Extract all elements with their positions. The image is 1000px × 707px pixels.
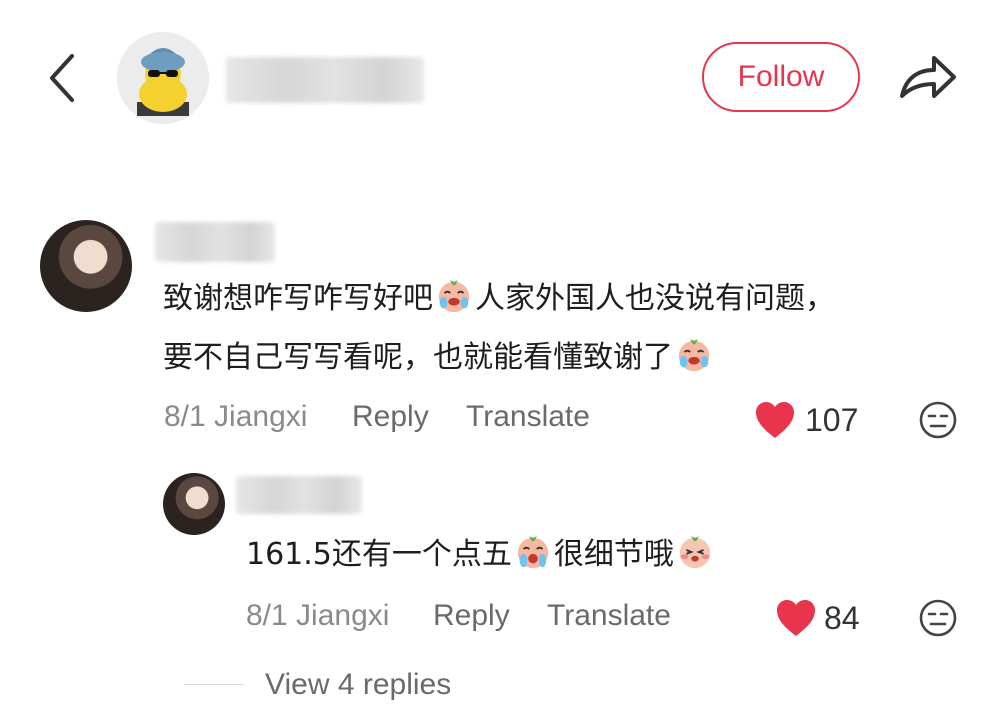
like-count: 107 bbox=[805, 402, 859, 438]
translate-button[interactable]: Translate bbox=[466, 400, 590, 434]
dislike-face-icon bbox=[919, 599, 957, 637]
dislike-face-icon bbox=[919, 401, 957, 439]
share-icon bbox=[900, 56, 956, 98]
replies-divider bbox=[184, 684, 244, 685]
dislike-button[interactable] bbox=[918, 598, 958, 638]
comment-text: 要不自己写写看呢，也就能看懂致谢了 bbox=[163, 331, 715, 385]
crying-emoji-icon bbox=[438, 279, 470, 313]
commenter-name-blurred bbox=[155, 222, 275, 262]
reply-date: 8/1 Jiangxi bbox=[246, 599, 390, 632]
comment-date: 8/1 Jiangxi bbox=[164, 400, 308, 433]
reply-commenter-avatar[interactable] bbox=[163, 473, 225, 535]
share-button[interactable] bbox=[896, 50, 958, 104]
crying-emoji-icon bbox=[517, 535, 549, 569]
heart-icon bbox=[777, 600, 815, 636]
back-icon bbox=[50, 54, 74, 102]
like-count: 84 bbox=[824, 600, 860, 636]
heart-icon bbox=[756, 402, 794, 438]
author-name-blurred bbox=[226, 57, 424, 103]
reply-commenter-name-blurred bbox=[236, 476, 362, 514]
author-avatar[interactable] bbox=[117, 32, 209, 124]
reply-button[interactable]: Reply bbox=[433, 599, 510, 633]
follow-button[interactable]: Follow bbox=[702, 42, 860, 112]
duck-avatar-image bbox=[117, 32, 209, 124]
dislike-button[interactable] bbox=[918, 400, 958, 440]
reply-text: 161.5还有一个点五 很细节哦 bbox=[246, 528, 716, 582]
view-replies-link[interactable]: View 4 replies bbox=[265, 668, 451, 702]
comment-text: 致谢想咋写咋写好吧 人家外国人也没说有问题， bbox=[163, 272, 835, 326]
commenter-avatar[interactable] bbox=[40, 220, 132, 312]
like-button[interactable] bbox=[775, 598, 817, 638]
translate-button[interactable]: Translate bbox=[547, 599, 671, 633]
like-button[interactable] bbox=[754, 400, 796, 440]
reply-button[interactable]: Reply bbox=[352, 400, 429, 434]
shy-emoji-icon bbox=[679, 535, 711, 569]
crying-emoji-icon bbox=[678, 338, 710, 372]
back-button[interactable] bbox=[44, 52, 84, 104]
